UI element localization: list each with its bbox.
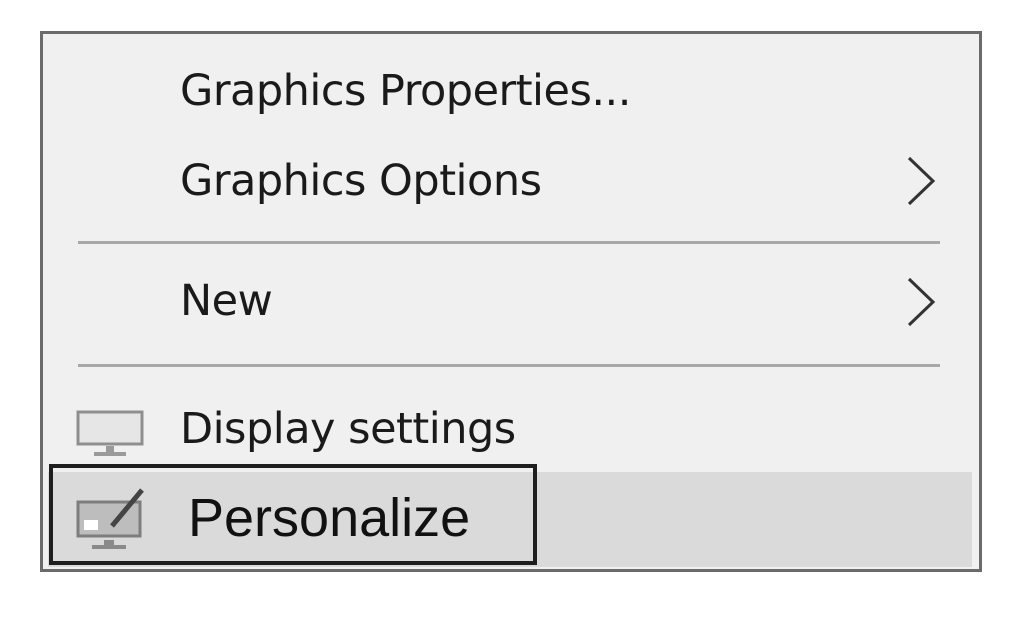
menu-item-label: Graphics Properties... bbox=[180, 66, 631, 116]
chevron-right-icon bbox=[907, 156, 936, 206]
menu-item-label: Graphics Options bbox=[180, 156, 542, 206]
menu-item-new[interactable]: New bbox=[43, 266, 979, 336]
chevron-right-icon bbox=[907, 277, 936, 327]
highlight-frame bbox=[49, 464, 537, 565]
menu-item-label: Display settings bbox=[180, 404, 516, 454]
menu-item-label: New bbox=[180, 276, 273, 326]
context-menu: Graphics Properties... Graphics Options … bbox=[40, 31, 982, 572]
menu-item-graphics-options[interactable]: Graphics Options bbox=[43, 146, 979, 216]
menu-item-graphics-properties[interactable]: Graphics Properties... bbox=[43, 56, 979, 126]
display-icon bbox=[76, 410, 144, 456]
menu-item-display-settings[interactable]: Display settings bbox=[43, 394, 979, 464]
menu-separator bbox=[78, 241, 940, 244]
menu-separator bbox=[78, 364, 940, 367]
